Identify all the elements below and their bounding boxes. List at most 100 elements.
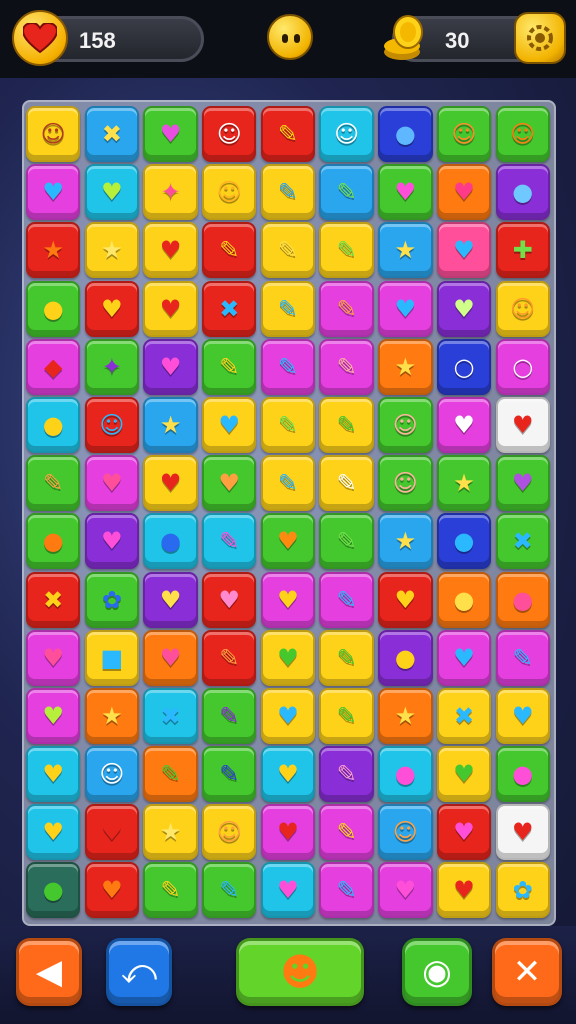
game-tile[interactable]: ☺: [202, 804, 257, 861]
game-tile[interactable]: ♥: [436, 804, 492, 861]
shuffle-button[interactable]: ◉: [402, 938, 472, 1006]
game-tile[interactable]: ✎: [202, 222, 257, 279]
hint-button[interactable]: ☻: [236, 938, 364, 1006]
game-tile[interactable]: ✖: [84, 106, 140, 162]
game-tile[interactable]: ♥: [26, 687, 81, 744]
game-tile[interactable]: ✎: [202, 513, 257, 570]
game-tile[interactable]: ♥: [202, 396, 257, 453]
game-tile[interactable]: ✎: [202, 687, 257, 744]
game-tile[interactable]: ✖: [26, 571, 81, 628]
game-tile[interactable]: ☺: [378, 396, 433, 453]
game-tile[interactable]: ♥: [202, 571, 257, 628]
game-tile[interactable]: ☺: [84, 396, 140, 453]
game-tile[interactable]: ♥: [143, 455, 198, 512]
game-tile[interactable]: ♥: [202, 455, 257, 512]
smiley-face-icon[interactable]: [267, 14, 313, 60]
game-tile[interactable]: ○: [436, 338, 492, 395]
game-tile[interactable]: ★: [143, 804, 198, 861]
game-tile[interactable]: ●: [495, 164, 550, 221]
game-tile[interactable]: ✎: [319, 164, 374, 221]
game-tile[interactable]: ☺: [436, 106, 492, 162]
game-tile[interactable]: ♥: [84, 513, 140, 570]
game-tile[interactable]: ✖: [202, 280, 257, 337]
game-tile[interactable]: ★: [84, 222, 140, 279]
game-tile[interactable]: ♥: [436, 164, 492, 221]
game-tile[interactable]: ✎: [143, 746, 198, 803]
game-tile[interactable]: ☺: [378, 804, 433, 861]
game-tile[interactable]: ♥: [84, 164, 140, 221]
game-tile[interactable]: ♥: [436, 280, 492, 337]
game-tile[interactable]: ★: [378, 687, 433, 744]
game-tile[interactable]: ✎: [260, 455, 316, 512]
game-tile[interactable]: ✎: [260, 106, 316, 162]
game-tile[interactable]: ✎: [319, 222, 374, 279]
game-tile[interactable]: ✎: [319, 513, 374, 570]
game-tile[interactable]: ♥: [260, 687, 316, 744]
game-tile[interactable]: ●: [378, 629, 433, 686]
undo-button[interactable]: ⤺: [106, 938, 172, 1006]
game-tile[interactable]: ♥: [436, 746, 492, 803]
game-tile[interactable]: ✎: [260, 164, 316, 221]
game-tile[interactable]: ●: [26, 513, 81, 570]
game-tile[interactable]: ✎: [260, 338, 316, 395]
game-tile[interactable]: ♥: [495, 396, 550, 453]
game-tile[interactable]: ✖: [436, 687, 492, 744]
game-tile[interactable]: ✦: [84, 338, 140, 395]
back-button[interactable]: ◀: [16, 938, 82, 1006]
game-tile[interactable]: ☺: [84, 746, 140, 803]
game-tile[interactable]: ✎: [319, 746, 374, 803]
game-tile[interactable]: ♥: [260, 513, 316, 570]
game-tile[interactable]: ✎: [260, 280, 316, 337]
game-tile[interactable]: ☺: [378, 455, 433, 512]
game-tile[interactable]: ♥: [26, 746, 81, 803]
game-tile[interactable]: ✎: [319, 629, 374, 686]
game-tile[interactable]: ★: [26, 222, 81, 279]
game-tile[interactable]: ✎: [319, 687, 374, 744]
game-tile[interactable]: ●: [26, 396, 81, 453]
game-tile[interactable]: ♥: [260, 629, 316, 686]
game-tile[interactable]: ♥: [495, 455, 550, 512]
game-tile[interactable]: ✿: [84, 571, 140, 628]
game-tile[interactable]: ♥: [260, 746, 316, 803]
game-tile[interactable]: ✦: [143, 164, 198, 221]
game-tile[interactable]: ♥: [26, 804, 81, 861]
game-tile[interactable]: ☺: [495, 106, 550, 162]
game-tile[interactable]: ♥: [260, 804, 316, 861]
game-tile[interactable]: ♥: [260, 862, 316, 919]
game-tile[interactable]: ♥: [378, 164, 433, 221]
game-tile[interactable]: ♥: [143, 222, 198, 279]
game-tile[interactable]: ♥: [378, 571, 433, 628]
game-tile[interactable]: ✎: [319, 862, 374, 919]
gear-icon[interactable]: [514, 12, 566, 64]
game-tile[interactable]: ☺: [202, 106, 257, 162]
game-tile[interactable]: ♥: [436, 396, 492, 453]
game-tile[interactable]: ✎: [319, 396, 374, 453]
game-tile[interactable]: ♥: [26, 629, 81, 686]
game-tile[interactable]: ♥: [84, 455, 140, 512]
game-tile[interactable]: ♥: [84, 804, 140, 861]
game-tile[interactable]: ✎: [202, 746, 257, 803]
game-tile[interactable]: ☺: [26, 106, 81, 162]
game-tile[interactable]: ✖: [143, 687, 198, 744]
game-tile[interactable]: ●: [143, 513, 198, 570]
game-tile[interactable]: ✎: [319, 338, 374, 395]
game-tile[interactable]: ♥: [143, 629, 198, 686]
game-tile[interactable]: ♥: [436, 222, 492, 279]
game-tile[interactable]: ✖: [495, 513, 550, 570]
game-tile[interactable]: ★: [436, 455, 492, 512]
game-tile[interactable]: ☺: [202, 164, 257, 221]
game-tile[interactable]: ✎: [319, 804, 374, 861]
heart-icon[interactable]: [12, 10, 68, 66]
game-tile[interactable]: ★: [143, 396, 198, 453]
game-tile[interactable]: ★: [84, 687, 140, 744]
game-tile[interactable]: ✎: [319, 455, 374, 512]
game-tile[interactable]: ★: [378, 338, 433, 395]
game-tile[interactable]: ✎: [26, 455, 81, 512]
game-tile[interactable]: ✎: [143, 862, 198, 919]
game-tile[interactable]: ○: [495, 338, 550, 395]
game-tile[interactable]: ★: [378, 222, 433, 279]
game-tile[interactable]: ●: [26, 280, 81, 337]
game-tile[interactable]: ♥: [436, 862, 492, 919]
game-tile[interactable]: ✿: [495, 862, 550, 919]
game-tile[interactable]: ♥: [260, 571, 316, 628]
